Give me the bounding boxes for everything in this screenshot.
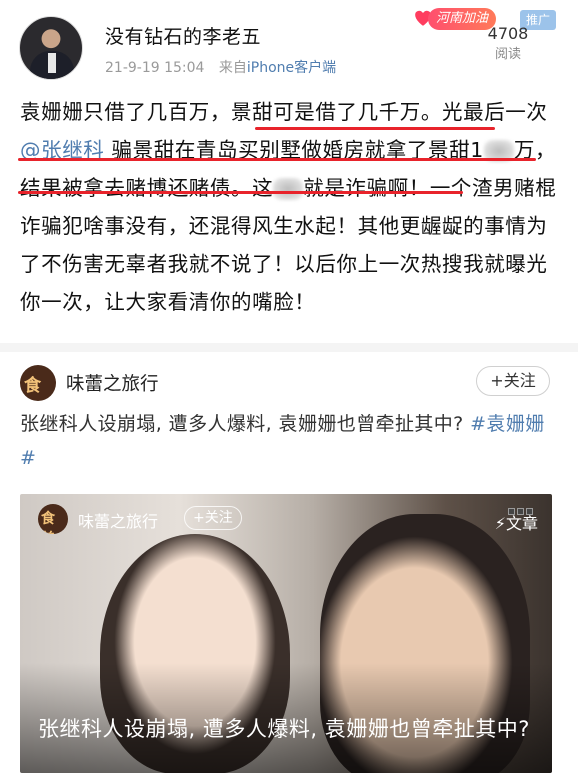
avatar-shirt bbox=[48, 53, 56, 73]
avatar-logo-text: 食美 bbox=[24, 376, 41, 396]
highlight-underline bbox=[18, 158, 536, 161]
body-segment: 结果被拿去赌博还赌债。 bbox=[20, 176, 253, 200]
card-author-avatar[interactable]: 食美 bbox=[38, 504, 68, 534]
section-divider bbox=[0, 343, 578, 352]
repost-body: 张继科人设崩塌, 遭多人爆料, 袁姗姗也曾牵扯其中? bbox=[20, 413, 471, 435]
read-label: 阅读 bbox=[494, 47, 521, 62]
article-type: ⚡文章 bbox=[495, 510, 538, 534]
lightning-icon: ⚡ bbox=[494, 514, 506, 533]
article-title[interactable]: 张继科人设崩塌, 遭多人爆料, 袁姗姗也曾牵扯其中? bbox=[38, 714, 538, 744]
body-segment: 景甜可是借了几千万。 bbox=[231, 100, 442, 124]
blurred-text bbox=[273, 178, 304, 200]
article-card[interactable]: 食美 味蕾之旅行 +关注 ⚡文章 张继科人设崩塌, 遭多人爆料, 袁姗姗也曾牵扯… bbox=[20, 494, 552, 773]
post-source-prefix: 来自 bbox=[218, 60, 247, 76]
body-segment: 这 bbox=[252, 176, 274, 200]
card-avatar-logo-text: 食美 bbox=[41, 511, 55, 534]
article-type-label: 文章 bbox=[505, 514, 538, 533]
user-avatar[interactable] bbox=[19, 16, 83, 80]
read-counter: 4708 阅读 bbox=[468, 24, 548, 62]
post-meta: 21-9-19 15:04 来自iPhone客户端 bbox=[105, 57, 336, 77]
repost-user-name[interactable]: 味蕾之旅行 bbox=[66, 370, 159, 396]
repost-text: 张继科人设崩塌, 遭多人爆料, 袁姗姗也曾牵扯其中? #袁姗姗# bbox=[20, 407, 560, 475]
follow-button[interactable]: +关注 bbox=[476, 366, 550, 396]
highlight-underline bbox=[255, 127, 495, 130]
post-timestamp: 21-9-19 15:04 bbox=[105, 60, 205, 76]
body-segment: 光最后一次 bbox=[442, 100, 548, 124]
post-source[interactable]: iPhone客户端 bbox=[247, 60, 336, 76]
body-segment: 袁姗姗只借了几百万， bbox=[20, 100, 231, 124]
highlight-underline bbox=[18, 191, 463, 194]
post-header: 没有钻石的李老五 21-9-19 15:04 来自iPhone客户端 河南加油 … bbox=[0, 0, 578, 90]
card-follow-button[interactable]: +关注 bbox=[184, 506, 242, 530]
repost-avatar[interactable]: 食美 bbox=[20, 365, 56, 401]
read-count: 4708 bbox=[487, 24, 529, 43]
card-author-name[interactable]: 味蕾之旅行 bbox=[78, 508, 158, 532]
grid-icon bbox=[508, 500, 538, 515]
user-name[interactable]: 没有钻石的李老五 bbox=[105, 22, 261, 49]
